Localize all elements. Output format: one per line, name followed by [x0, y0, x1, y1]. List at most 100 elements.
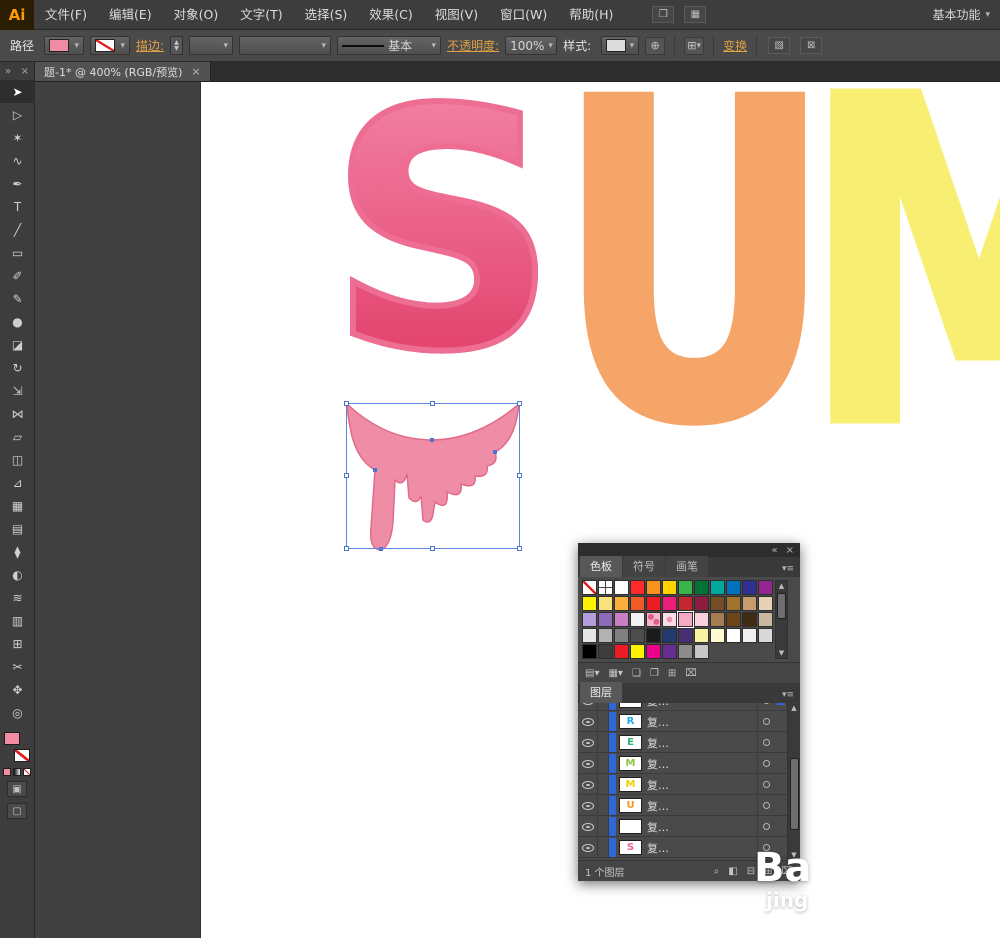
selection-cell[interactable]: [774, 796, 787, 815]
tab-layers[interactable]: 图层: [580, 682, 622, 703]
gradient-tool[interactable]: ▤: [0, 517, 35, 540]
selection-cell[interactable]: [774, 733, 787, 752]
swatch-3-1[interactable]: [598, 628, 613, 643]
selection-cell[interactable]: [774, 754, 787, 773]
layer-thumbnail[interactable]: U: [619, 798, 642, 813]
swatch-1-4[interactable]: [646, 596, 661, 611]
selection-cell[interactable]: [774, 838, 787, 857]
swatch-3-3[interactable]: [630, 628, 645, 643]
visibility-cell[interactable]: [578, 817, 598, 836]
swatch-0-6[interactable]: [678, 580, 693, 595]
lock-cell[interactable]: [598, 703, 609, 710]
artwork-letter-u[interactable]: U: [552, 82, 836, 488]
selection-cell[interactable]: [774, 712, 787, 731]
swatch-libraries-icon[interactable]: ▤▾: [585, 668, 599, 679]
target-cell[interactable]: [757, 838, 774, 857]
swatch-0-4[interactable]: [646, 580, 661, 595]
selection-cell[interactable]: [774, 817, 787, 836]
swatch-4-10[interactable]: [742, 644, 757, 659]
swatch-0-2[interactable]: [614, 580, 629, 595]
scrollbar-thumb[interactable]: [777, 593, 786, 619]
layer-thumbnail[interactable]: [619, 819, 642, 834]
selection-handle-w[interactable]: [344, 473, 349, 478]
swatch-3-7[interactable]: [694, 628, 709, 643]
variable-width-profile-dropdown[interactable]: 基本 ▾: [337, 36, 442, 55]
target-icon[interactable]: [762, 718, 770, 725]
target-cell[interactable]: [757, 775, 774, 794]
artboard-tool[interactable]: ⊞: [0, 632, 35, 655]
swatches-scrollbar[interactable]: ▲ ▼: [775, 580, 788, 659]
align-panel-icon[interactable]: ⊞ ▾: [684, 36, 705, 55]
swatch-1-5[interactable]: [662, 596, 677, 611]
layer-row-1[interactable]: 复…: [578, 703, 787, 711]
artwork-letter-m[interactable]: M: [797, 82, 1000, 494]
stroke-color-dropdown[interactable]: ▾: [90, 36, 131, 55]
target-icon[interactable]: [762, 802, 770, 809]
swatch-0-8[interactable]: [710, 580, 725, 595]
locate-object-icon[interactable]: ⌕: [714, 866, 720, 877]
swatch-0-1[interactable]: [598, 580, 613, 595]
blob-brush-tool[interactable]: ●: [0, 310, 35, 333]
eye-icon[interactable]: [581, 717, 594, 726]
swatch-2-6[interactable]: [677, 611, 694, 628]
layer-row-4[interactable]: M 复…: [578, 754, 787, 774]
stroke-width-stepper[interactable]: ▲ ▼: [170, 36, 184, 55]
tab-brushes[interactable]: 画笔: [666, 556, 708, 577]
paintbrush-tool[interactable]: ✐: [0, 264, 35, 287]
swatch-1-2[interactable]: [614, 596, 629, 611]
none-mode-button[interactable]: [23, 768, 31, 776]
canvas-viewport[interactable]: S U M: [35, 82, 1000, 938]
swatch-3-9[interactable]: [726, 628, 741, 643]
target-icon[interactable]: [762, 781, 770, 788]
swatch-4-4[interactable]: [646, 644, 661, 659]
layer-row-6[interactable]: U 复…: [578, 796, 787, 816]
target-icon[interactable]: [762, 739, 770, 746]
menu-item-8[interactable]: 窗口(W): [489, 0, 558, 30]
bridge-icon[interactable]: ❒: [652, 6, 675, 23]
stroke-panel-link[interactable]: 描边:: [136, 37, 164, 54]
selection-bounding-box[interactable]: [344, 401, 522, 551]
scrollbar-thumb[interactable]: [789, 758, 799, 830]
layer-thumbnail[interactable]: M: [619, 756, 642, 771]
swatch-3-4[interactable]: [646, 628, 661, 643]
stroke-none-swatch[interactable]: [95, 39, 116, 52]
selection-handle-n[interactable]: [430, 401, 435, 406]
lock-cell[interactable]: [598, 817, 609, 836]
layer-row-2[interactable]: R 复…: [578, 712, 787, 732]
visibility-cell[interactable]: [578, 775, 598, 794]
lock-cell[interactable]: [598, 754, 609, 773]
collapse-panel-icon[interactable]: «: [771, 545, 777, 556]
swatch-1-9[interactable]: [726, 596, 741, 611]
swatch-2-7[interactable]: [694, 612, 709, 627]
opacity-link[interactable]: 不透明度:: [447, 37, 499, 54]
layers-scrollbar[interactable]: ▲ ▼: [787, 703, 800, 860]
tab-symbols[interactable]: 符号: [623, 556, 665, 577]
opacity-dropdown[interactable]: 100% ▾: [505, 36, 558, 55]
artwork-letter-s[interactable]: S: [325, 82, 561, 400]
eye-icon[interactable]: [581, 801, 594, 810]
swatch-4-6[interactable]: [678, 644, 693, 659]
swatch-0-11[interactable]: [758, 580, 773, 595]
lock-cell[interactable]: [598, 838, 609, 857]
swatch-4-8[interactable]: [710, 644, 725, 659]
rectangle-tool[interactable]: ▭: [0, 241, 35, 264]
fill-proxy[interactable]: [4, 732, 20, 745]
layer-row-5[interactable]: M 复…: [578, 775, 787, 795]
delete-selection-icon[interactable]: ⌧: [781, 866, 793, 877]
menu-item-4[interactable]: 文字(T): [229, 0, 293, 30]
selection-handle-ne[interactable]: [517, 401, 522, 406]
eye-icon[interactable]: [581, 822, 594, 831]
layer-name[interactable]: 复…: [647, 756, 757, 772]
fill-color-dropdown[interactable]: ▾: [44, 36, 85, 55]
swatch-2-11[interactable]: [758, 612, 773, 627]
layer-thumbnail[interactable]: S: [619, 840, 642, 855]
workspace-switcher[interactable]: 基本功能: [932, 6, 980, 23]
swatch-4-0[interactable]: [582, 644, 597, 659]
selection-tool[interactable]: ➤: [0, 80, 35, 103]
width-tool[interactable]: ⋈: [0, 402, 35, 425]
layer-name[interactable]: 复…: [647, 714, 757, 730]
mesh-tool[interactable]: ▦: [0, 494, 35, 517]
swatch-0-0[interactable]: [582, 580, 597, 595]
hand-tool[interactable]: ✥: [0, 678, 35, 701]
new-layer-icon[interactable]: ⊞: [764, 866, 772, 877]
